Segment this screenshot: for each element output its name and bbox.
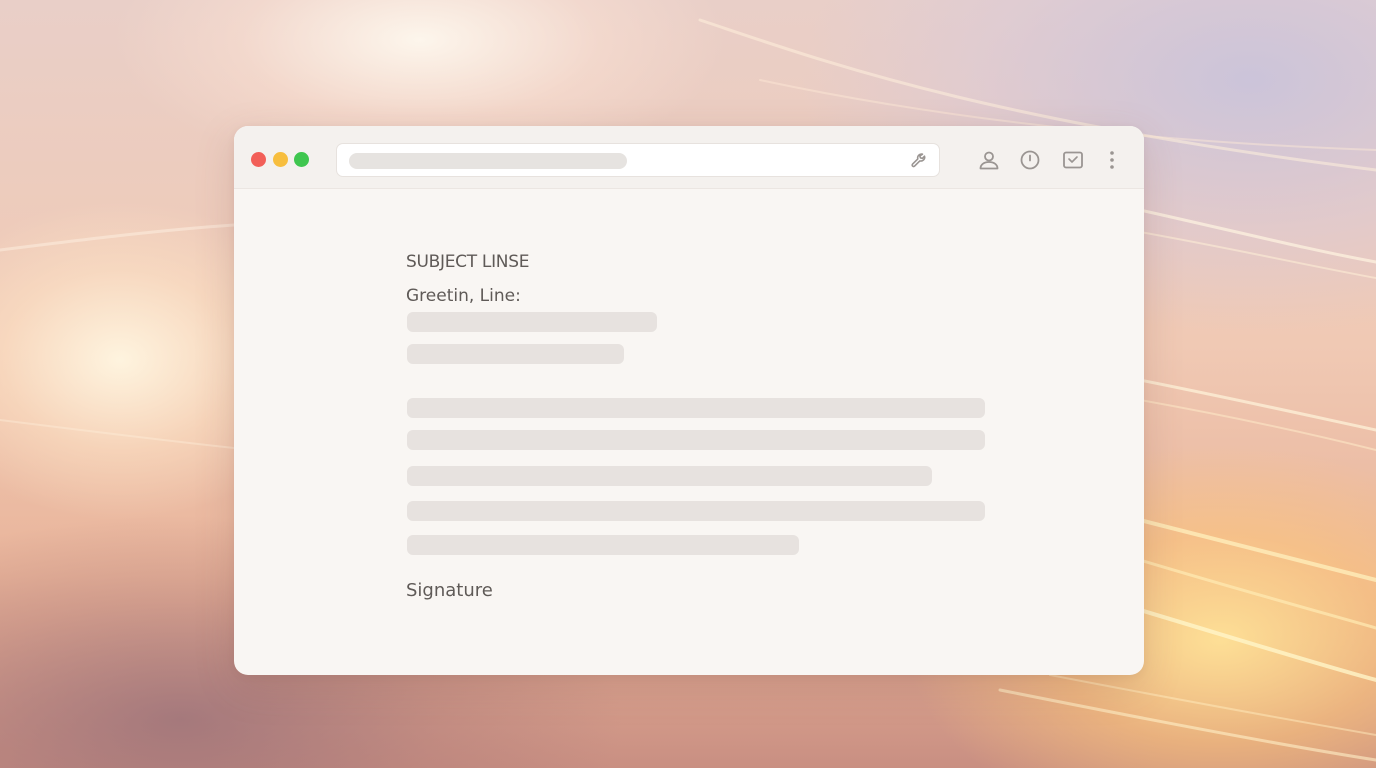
subject-line[interactable]: SUBJECT LINSE: [406, 252, 529, 272]
minimize-window-button[interactable]: [273, 152, 288, 167]
text-line-placeholder: [407, 501, 985, 521]
text-line-placeholder: [407, 430, 985, 450]
browser-window: SUBJECT LINSE Greetin, Line: Signature: [234, 126, 1144, 675]
text-line-placeholder: [407, 312, 657, 332]
address-bar[interactable]: [336, 143, 940, 177]
browser-toolbar: [234, 126, 1144, 189]
inbox-icon[interactable]: [1061, 148, 1085, 172]
clock-icon[interactable]: [1018, 148, 1042, 172]
wrench-icon[interactable]: [909, 151, 929, 171]
signature-line[interactable]: Signature: [406, 580, 493, 601]
user-icon[interactable]: [977, 148, 1001, 172]
text-line-placeholder: [407, 466, 932, 486]
email-body: SUBJECT LINSE Greetin, Line: Signature: [234, 188, 1144, 675]
text-line-placeholder: [407, 398, 985, 418]
maximize-window-button[interactable]: [294, 152, 309, 167]
url-text-placeholder: [349, 153, 627, 169]
text-line-placeholder: [407, 535, 799, 555]
greeting-line[interactable]: Greetin, Line:: [406, 286, 521, 306]
text-line-placeholder: [407, 344, 624, 364]
more-vertical-icon[interactable]: [1100, 148, 1124, 172]
close-window-button[interactable]: [251, 152, 266, 167]
